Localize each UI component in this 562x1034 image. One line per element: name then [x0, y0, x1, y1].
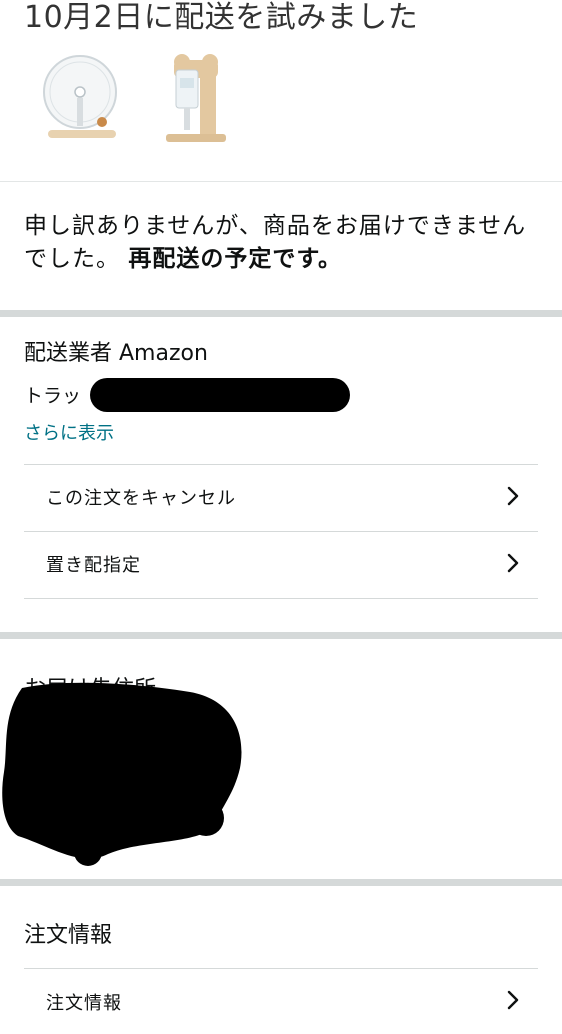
water-bottle-stand-image [166, 54, 226, 142]
redaction-mark [2, 682, 242, 866]
chevron-right-icon [507, 990, 519, 1010]
drop-off-instructions-row[interactable]: 置き配指定 [24, 531, 538, 597]
tracking-number: トラッ [24, 385, 82, 407]
carrier-heading: 配送業者 Amazon [24, 341, 208, 366]
divider [24, 598, 538, 599]
chevron-right-icon [507, 553, 519, 573]
show-more-link[interactable]: さらに表示 [24, 419, 114, 445]
delivery-message: 申し訳ありませんが、商品をお届けできませんでした。 再配送の予定です。 [24, 210, 539, 276]
order-info-heading: 注文情報 [24, 923, 113, 948]
section-separator [0, 310, 562, 317]
order-info-label: 注文情報 [46, 993, 122, 1014]
order-info-row[interactable]: 注文情報 [24, 968, 538, 1034]
divider [0, 181, 562, 182]
redelivery-note: 再配送の予定です。 [128, 246, 343, 272]
product-thumbnail-wheel[interactable] [40, 50, 126, 146]
drop-off-label: 置き配指定 [46, 555, 141, 576]
cancel-order-row[interactable]: この注文をキャンセル [24, 464, 538, 530]
cancel-order-label: この注文をキャンセル [46, 488, 236, 509]
redaction-mark [90, 378, 350, 412]
section-separator [0, 632, 562, 639]
product-thumbnail-bottle-stand[interactable] [160, 50, 246, 146]
hamster-wheel-image [43, 55, 117, 138]
section-separator [0, 879, 562, 886]
page-title: 10月2日に配送を試みました [24, 0, 419, 35]
chevron-right-icon [507, 486, 519, 506]
